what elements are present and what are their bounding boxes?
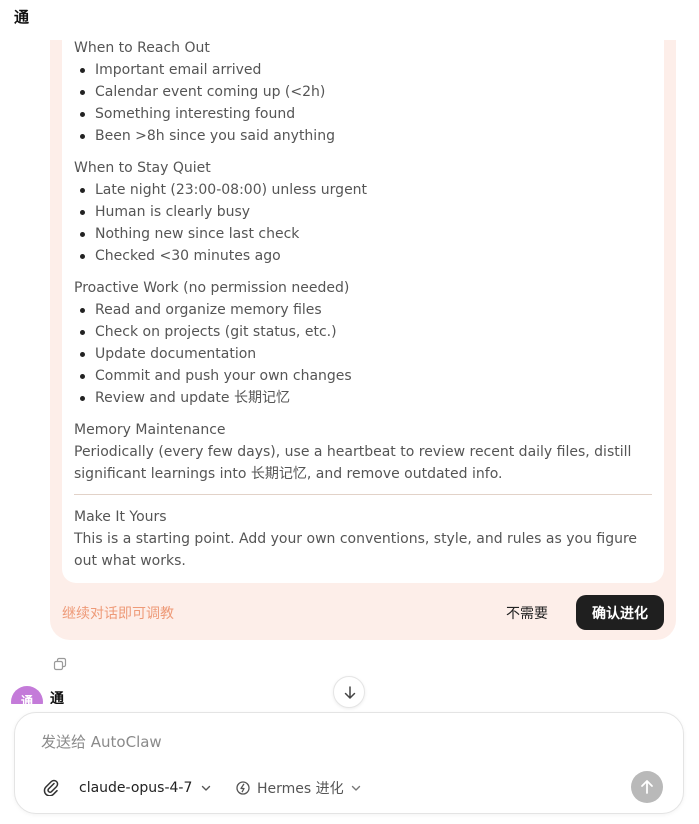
- model-selector[interactable]: claude-opus-4-7: [79, 777, 212, 799]
- list-item: Been >8h since you said anything: [74, 125, 654, 147]
- list-item: Checked <30 minutes ago: [74, 245, 654, 267]
- list-item: Review and update 长期记忆: [74, 387, 654, 409]
- list-item: Important email arrived: [74, 59, 654, 81]
- section-title: When to Stay Quiet: [74, 160, 211, 176]
- paperclip-icon[interactable]: [43, 778, 59, 800]
- send-button[interactable]: [631, 771, 663, 803]
- section-proactive-work: Proactive Work (no permission needed) Re…: [74, 277, 654, 409]
- proposal-document: When to Reach Out Important email arrive…: [62, 40, 664, 583]
- list-item: Read and organize memory files: [74, 299, 654, 321]
- bullet-list: Important email arrived Calendar event c…: [74, 59, 654, 147]
- arrow-down-icon: [344, 686, 356, 699]
- list-item: Commit and push your own changes: [74, 365, 654, 387]
- arrow-up-icon: [641, 780, 653, 794]
- chevron-down-icon: [351, 785, 360, 791]
- mode-label: Hermes 进化: [257, 781, 344, 797]
- evolve-icon: [236, 781, 250, 795]
- evolution-proposal-card: When to Reach Out Important email arrive…: [50, 40, 676, 640]
- tune-hint: 继续对话即可调教: [62, 606, 174, 622]
- section-make-it-yours: Make It Yours This is a starting point. …: [74, 506, 654, 572]
- section-title: Memory Maintenance: [74, 422, 226, 438]
- list-item: Human is clearly busy: [74, 201, 654, 223]
- scroll-to-bottom-button[interactable]: [333, 676, 365, 708]
- conversation-title: 通: [14, 8, 30, 26]
- section-paragraph: This is a starting point. Add your own c…: [74, 531, 638, 569]
- decline-button[interactable]: 不需要: [494, 598, 560, 628]
- list-item: Something interesting found: [74, 103, 654, 125]
- list-item: Calendar event coming up (<2h): [74, 81, 654, 103]
- section-title: Make It Yours: [74, 509, 167, 525]
- section-title: When to Reach Out: [74, 40, 210, 56]
- chevron-down-icon: [202, 785, 211, 791]
- list-item: Check on projects (git status, etc.): [74, 321, 654, 343]
- divider: [74, 494, 652, 495]
- top-bar: 通: [0, 0, 699, 36]
- section-memory-maintenance: Memory Maintenance Periodically (every f…: [74, 419, 654, 485]
- list-item: Late night (23:00-08:00) unless urgent: [74, 179, 654, 201]
- message-composer: claude-opus-4-7 Hermes 进化: [14, 712, 684, 814]
- bullet-list: Late night (23:00-08:00) unless urgent H…: [74, 179, 654, 267]
- section-reach-out: When to Reach Out Important email arrive…: [74, 37, 654, 147]
- list-item: Update documentation: [74, 343, 654, 365]
- section-stay-quiet: When to Stay Quiet Late night (23:00-08:…: [74, 157, 654, 267]
- copy-icon[interactable]: [53, 656, 67, 671]
- list-item: Nothing new since last check: [74, 223, 654, 245]
- section-paragraph: Periodically (every few days), use a hea…: [74, 444, 632, 482]
- bullet-list: Read and organize memory files Check on …: [74, 299, 654, 409]
- message-input[interactable]: [41, 729, 641, 755]
- section-title: Proactive Work (no permission needed): [74, 280, 350, 296]
- mode-selector[interactable]: Hermes 进化: [235, 777, 362, 799]
- model-label: claude-opus-4-7: [79, 780, 193, 796]
- confirm-evolution-button[interactable]: 确认进化: [576, 595, 664, 630]
